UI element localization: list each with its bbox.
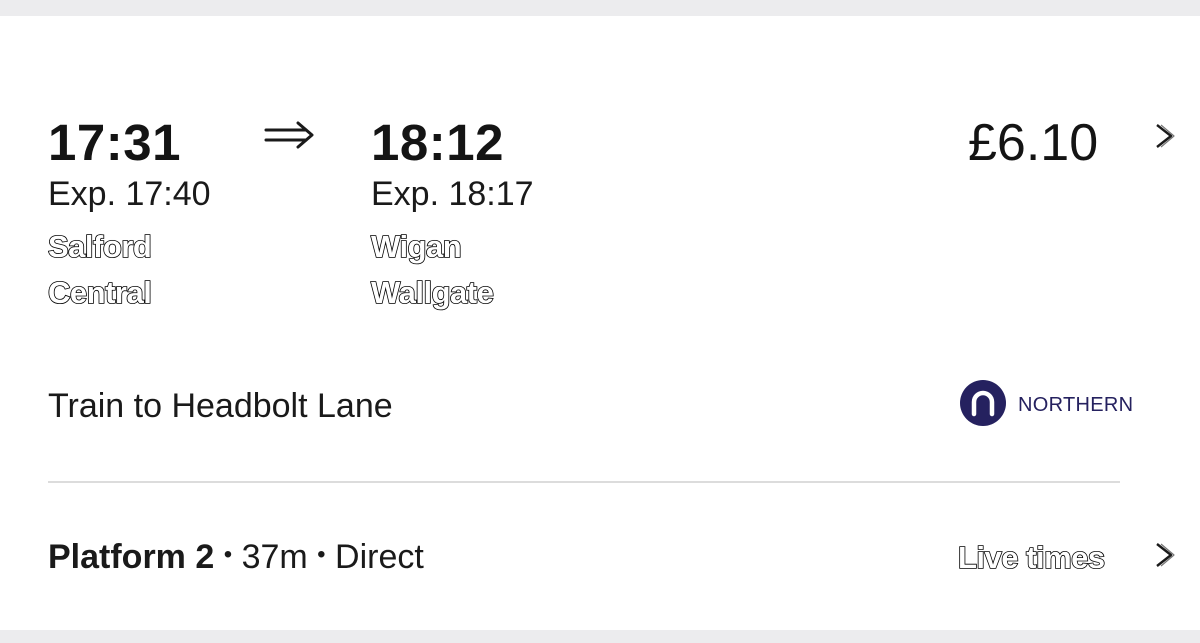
double-arrow-right-icon (264, 121, 314, 149)
northern-logo-icon (960, 380, 1006, 426)
arrival-station-line2: Wallgate (370, 274, 494, 311)
ticket-price[interactable]: £6.10 (968, 117, 1098, 169)
departure-expected-time: Exp. 17:40 (48, 175, 211, 213)
separator: • (223, 541, 233, 568)
divider (48, 481, 1120, 483)
changes: Direct (335, 538, 424, 576)
arrival-expected-time: Exp. 18:17 (371, 175, 534, 213)
operator-name: NORTHERN (1018, 394, 1134, 416)
departure-time: 17:31 (48, 114, 181, 171)
duration: 37m (241, 538, 308, 576)
platform-label: Platform 2 (48, 538, 215, 576)
chevron-right-icon[interactable] (1154, 542, 1176, 568)
journey-summary: Platform 2 • 37m • Direct (48, 540, 424, 574)
departure-station-line2: Central (47, 274, 152, 311)
service-destination: Train to Headbolt Lane (48, 387, 393, 425)
live-times-link[interactable]: Live times (957, 541, 1106, 574)
chevron-right-icon[interactable] (1154, 123, 1176, 149)
arrival-time: 18:12 (371, 114, 504, 171)
arrival-station-line1: Wigan (370, 228, 462, 265)
separator: • (317, 541, 326, 568)
departure-station-line1: Salford (47, 228, 152, 265)
journey-card[interactable]: 17:31 Exp. 17:40 Salford Central 18:12 E… (0, 16, 1200, 630)
arrival-station: Wigan Wallgate (370, 224, 494, 316)
departure-station: Salford Central (47, 224, 152, 316)
